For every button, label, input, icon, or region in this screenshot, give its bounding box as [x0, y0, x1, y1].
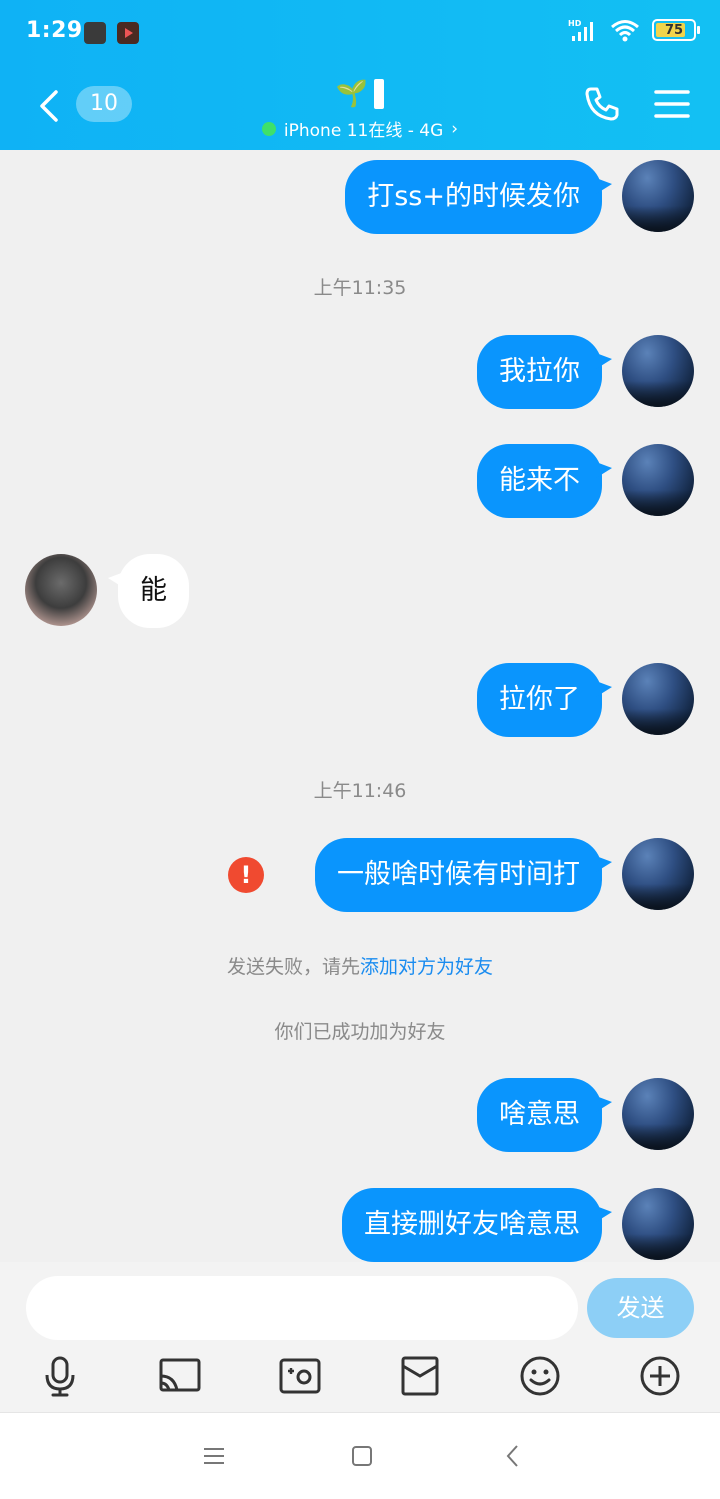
message-row: 我拉你 — [0, 335, 720, 409]
emoji-icon[interactable] — [518, 1354, 562, 1398]
my-avatar[interactable] — [622, 1188, 694, 1260]
system-navigation-bar — [0, 1412, 720, 1499]
signal-icon: HD — [568, 19, 593, 41]
phone-icon[interactable] — [582, 84, 622, 124]
my-avatar[interactable] — [622, 335, 694, 407]
message-input[interactable] — [26, 1276, 578, 1340]
status-time: 1:29 — [26, 18, 83, 43]
svg-text:HD: HD — [568, 19, 582, 28]
status-icons: HD 75 — [568, 18, 700, 42]
contact-title[interactable]: 🌱 iPhone 11在线 - 4G › — [200, 78, 520, 141]
my-avatar[interactable] — [622, 160, 694, 232]
contact-avatar[interactable] — [25, 554, 97, 626]
wifi-icon — [611, 20, 639, 42]
contact-tag-icon — [374, 79, 385, 109]
message-bubble-sent[interactable]: 直接删好友啥意思 — [342, 1188, 612, 1262]
recent-apps-icon[interactable] — [201, 1443, 227, 1469]
add-friend-link[interactable]: 添加对方为好友 — [360, 956, 493, 978]
timestamp-separator: 上午11:35 — [313, 277, 407, 299]
video-app-icon — [117, 22, 139, 44]
status-bar: 1:29 HD 75 — [0, 0, 720, 66]
message-bubble-sent[interactable]: 我拉你 — [477, 335, 612, 409]
message-row: 打ss+的时候发你 — [0, 160, 720, 234]
message-row: 啥意思 — [0, 1078, 720, 1152]
message-row: ! 一般啥时候有时间打 — [0, 838, 720, 912]
contact-name: 🌱 — [335, 79, 369, 109]
message-bubble-sent[interactable]: 打ss+的时候发你 — [345, 160, 612, 234]
chat-header: 1:29 HD 75 10 🌱 iPhone 11在线 - 4G › — [0, 0, 720, 150]
my-avatar[interactable] — [622, 838, 694, 910]
menu-icon[interactable] — [652, 84, 692, 124]
composer-toolbar — [0, 1354, 720, 1404]
message-bubble-sent[interactable]: 啥意思 — [477, 1078, 612, 1152]
composer: 发送 — [0, 1262, 720, 1412]
my-avatar[interactable] — [622, 663, 694, 735]
chevron-right-icon: › — [451, 118, 459, 139]
send-failed-icon[interactable]: ! — [228, 857, 264, 893]
red-packet-icon[interactable] — [398, 1354, 442, 1398]
mic-icon[interactable] — [38, 1354, 82, 1398]
message-row: 直接删好友啥意思 — [0, 1188, 720, 1262]
message-row: 能 — [0, 554, 720, 628]
unread-count-badge[interactable]: 10 — [76, 86, 132, 122]
friend-added-notice: 你们已成功加为好友 — [274, 1021, 446, 1043]
nav-bar: 10 🌱 iPhone 11在线 - 4G › — [0, 66, 720, 150]
plus-icon[interactable] — [638, 1354, 682, 1398]
back-nav-icon[interactable] — [500, 1443, 526, 1469]
message-list[interactable]: 打ss+的时候发你 上午11:35 我拉你 能来不 能 拉你了 上午11:46 … — [0, 150, 720, 1262]
battery-icon: 75 — [652, 19, 700, 41]
message-row: 能来不 — [0, 444, 720, 518]
message-row: 拉你了 — [0, 663, 720, 737]
back-icon[interactable] — [30, 86, 70, 126]
online-dot-icon — [261, 121, 276, 136]
battery-level: 75 — [664, 22, 684, 38]
send-failed-text: 发送失败，请先 — [226, 956, 360, 978]
screen-share-icon[interactable] — [158, 1354, 202, 1398]
presence-text: iPhone 11在线 - 4G — [283, 121, 444, 141]
send-failed-notice: 发送失败，请先添加对方为好友 — [0, 952, 720, 979]
notification-app-icon — [84, 22, 106, 44]
photo-icon[interactable] — [278, 1354, 322, 1398]
my-avatar[interactable] — [622, 1078, 694, 1150]
message-bubble-sent[interactable]: 拉你了 — [477, 663, 612, 737]
my-avatar[interactable] — [622, 444, 694, 516]
send-button[interactable]: 发送 — [587, 1278, 694, 1338]
message-bubble-received[interactable]: 能 — [108, 554, 189, 628]
timestamp-separator: 上午11:46 — [313, 780, 407, 802]
message-bubble-sent[interactable]: 一般啥时候有时间打 — [315, 838, 612, 912]
presence-status: iPhone 11在线 - 4G › — [200, 116, 520, 141]
home-icon[interactable] — [349, 1443, 375, 1469]
message-bubble-sent[interactable]: 能来不 — [477, 444, 612, 518]
